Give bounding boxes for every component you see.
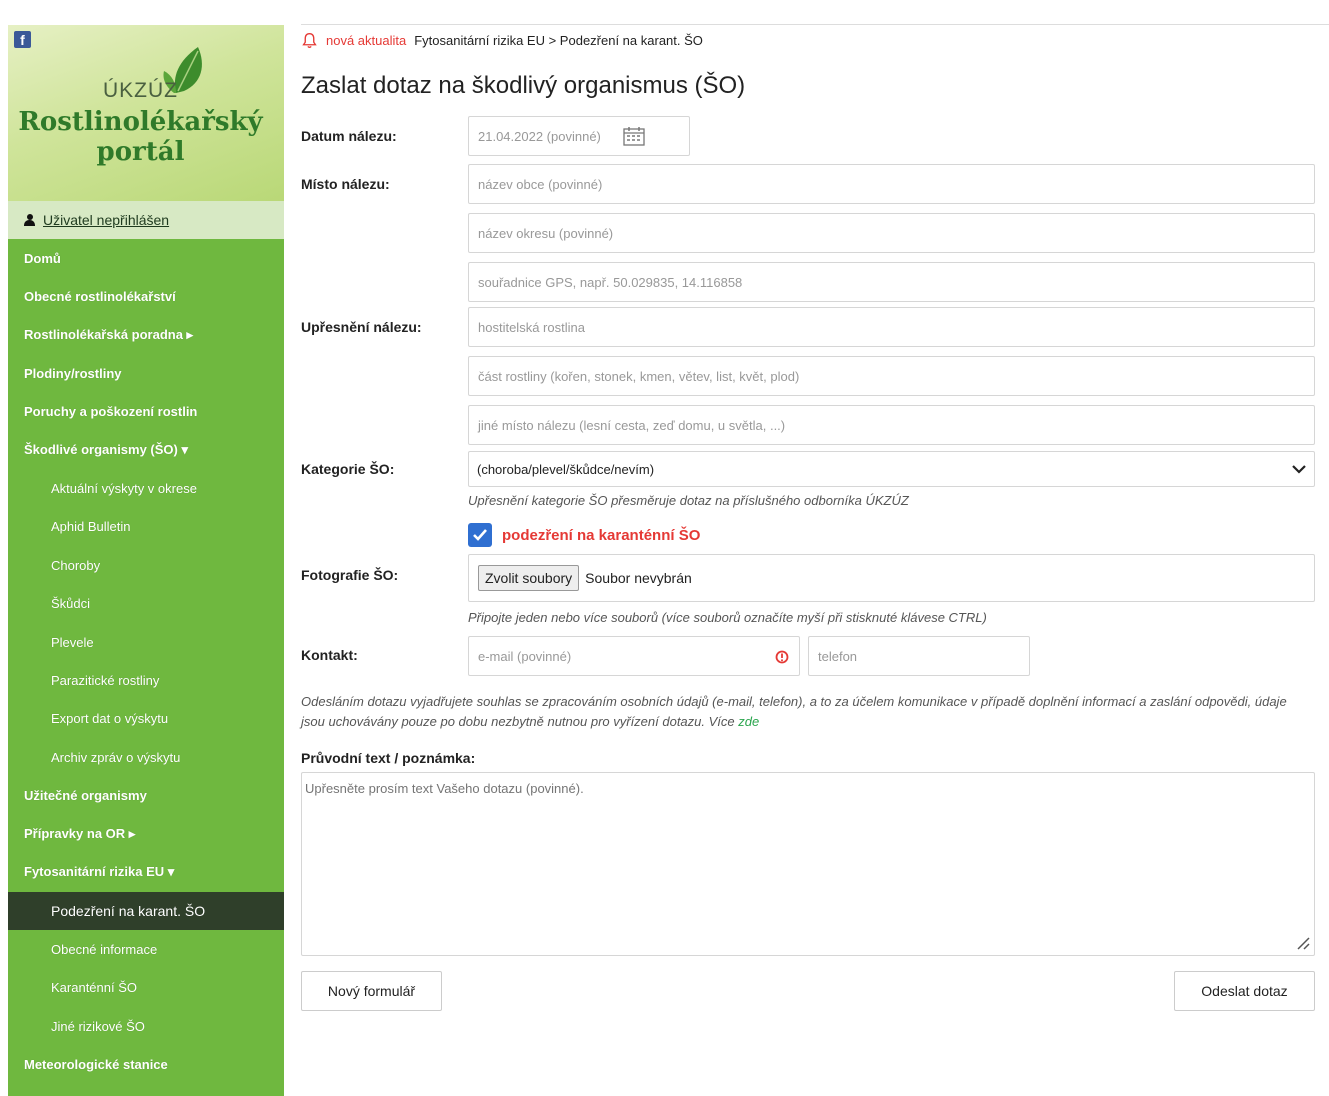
main-content: nová aktualita Fytosanitární rizika EU >… [301, 24, 1329, 1011]
user-status: Uživatel nepřihlášen [8, 201, 284, 239]
note-textarea[interactable] [301, 772, 1315, 956]
consent-body: Odesláním dotazu vyjadřujete souhlas se … [301, 694, 1287, 729]
sidebar-item[interactable]: Rostlinolékařská poradna ▸ [8, 316, 284, 354]
host-plant-input[interactable]: hostitelská rostlina [468, 307, 1315, 347]
quarantine-checkbox[interactable] [468, 523, 492, 547]
sidebar-item[interactable]: Karanténní ŠO [8, 968, 284, 1006]
consent-text: Odesláním dotazu vyjadřujete souhlas se … [301, 692, 1311, 732]
top-divider [301, 24, 1329, 25]
municipality-input[interactable]: název obce (povinné) [468, 164, 1315, 204]
brand-header: f ÚKZÚZ Rostlinolékařský portál [8, 25, 284, 201]
date-label: Datum nálezu: [301, 128, 397, 144]
photo-label: Fotografie ŠO: [301, 567, 399, 583]
sidebar: f ÚKZÚZ Rostlinolékařský portál Uživatel… [8, 25, 284, 1096]
sidebar-item[interactable]: Aphid Bulletin [8, 508, 284, 546]
plant-part-input[interactable]: část rostliny (kořen, stonek, kmen, věte… [468, 356, 1315, 396]
chevron-down-icon [1292, 465, 1306, 474]
new-form-button[interactable]: Nový formulář [301, 971, 442, 1011]
sidebar-item[interactable]: Archiv zpráv o výskytu [8, 738, 284, 776]
file-input: Zvolit soubory Soubor nevybrán [468, 554, 1315, 602]
sidebar-item[interactable]: Podezření na karant. ŠO [8, 891, 284, 931]
consent-more-link[interactable]: zde [738, 714, 759, 729]
facebook-icon[interactable]: f [14, 31, 31, 48]
required-icon [775, 650, 789, 664]
breadcrumb: nová aktualita Fytosanitární rizika EU >… [301, 30, 1315, 50]
sidebar-item[interactable]: Export dat o výskytu [8, 700, 284, 738]
sidebar-item[interactable]: Obecné rostlinolékařství [8, 277, 284, 315]
sidebar-item[interactable]: Parazitické rostliny [8, 661, 284, 699]
quarantine-label[interactable]: podezření na karanténní ŠO [502, 527, 700, 544]
calendar-icon[interactable] [623, 126, 645, 146]
sidebar-item[interactable]: Jiné rizikové ŠO [8, 1007, 284, 1045]
sidebar-item[interactable]: Choroby [8, 546, 284, 584]
email-placeholder: e-mail (povinné) [478, 648, 572, 664]
user-icon [24, 214, 35, 226]
user-login-link[interactable]: Uživatel nepřihlášen [43, 212, 169, 228]
date-value: 21.04.2022 (povinné) [478, 128, 601, 144]
category-select-wrap: (choroba/plevel/škůdce/nevím) [301, 451, 1315, 487]
breadcrumb-path[interactable]: Fytosanitární rizika EU > Podezření na k… [414, 33, 703, 48]
resize-grip-icon[interactable] [1296, 936, 1310, 950]
place-label: Místo nálezu: [301, 176, 390, 192]
file-status: Soubor nevybrán [585, 570, 692, 586]
choose-files-button[interactable]: Zvolit soubory [478, 565, 580, 591]
sidebar-item[interactable]: Plevele [8, 623, 284, 661]
phone-input[interactable]: telefon [808, 636, 1030, 676]
photo-hint: Připojte jeden nebo více souborů (více s… [468, 610, 987, 625]
sidebar-item[interactable]: Plodiny/rostliny [8, 354, 284, 392]
brand-short-name: ÚKZÚZ [103, 79, 178, 102]
submit-button[interactable]: Odeslat dotaz [1174, 971, 1315, 1011]
new-news-link[interactable]: nová aktualita [326, 33, 406, 48]
sidebar-item[interactable]: Užitečné organismy [8, 776, 284, 814]
other-place-input[interactable]: jiné místo nálezu (lesní cesta, zeď domu… [468, 405, 1315, 445]
date-field[interactable]: 21.04.2022 (povinné) [468, 116, 690, 156]
sidebar-item[interactable]: Aktuální výskyty v okrese [8, 469, 284, 507]
brand-title[interactable]: Rostlinolékařský portál [8, 107, 273, 167]
checkmark-icon [473, 529, 487, 541]
detail-label: Upřesnění nálezu: [301, 319, 422, 335]
bell-icon[interactable] [301, 32, 318, 49]
sidebar-item[interactable]: Obecné informace [8, 930, 284, 968]
sidebar-item[interactable]: Meteorologické stanice [8, 1045, 284, 1083]
category-hint: Upřesnění kategorie ŠO přesměruje dotaz … [468, 493, 909, 508]
sidebar-item[interactable]: Poruchy a poškození rostlin [8, 393, 284, 431]
sidebar-item[interactable]: Fytosanitární rizika EU ▾ [8, 853, 284, 891]
gps-input[interactable]: souřadnice GPS, např. 50.029835, 14.1168… [468, 262, 1315, 302]
sidebar-item[interactable]: Škůdci [8, 585, 284, 623]
sidebar-item[interactable]: Přípravky na OR ▸ [8, 815, 284, 853]
note-label: Průvodní text / poznámka: [301, 750, 476, 766]
page-title: Zaslat dotaz na škodlivý organismus (ŠO) [301, 72, 746, 99]
sidebar-item[interactable]: Škodlivé organismy (ŠO) ▾ [8, 431, 284, 469]
category-select[interactable]: (choroba/plevel/škůdce/nevím) [468, 451, 1315, 487]
sidebar-nav: Domů Obecné rostlinolékařství Rostlinoléka… [8, 239, 284, 1084]
district-input[interactable]: název okresu (povinné) [468, 213, 1315, 253]
sidebar-item[interactable]: Domů [8, 239, 284, 277]
email-input[interactable]: e-mail (povinné) [468, 636, 800, 676]
contact-label: Kontakt: [301, 647, 358, 663]
